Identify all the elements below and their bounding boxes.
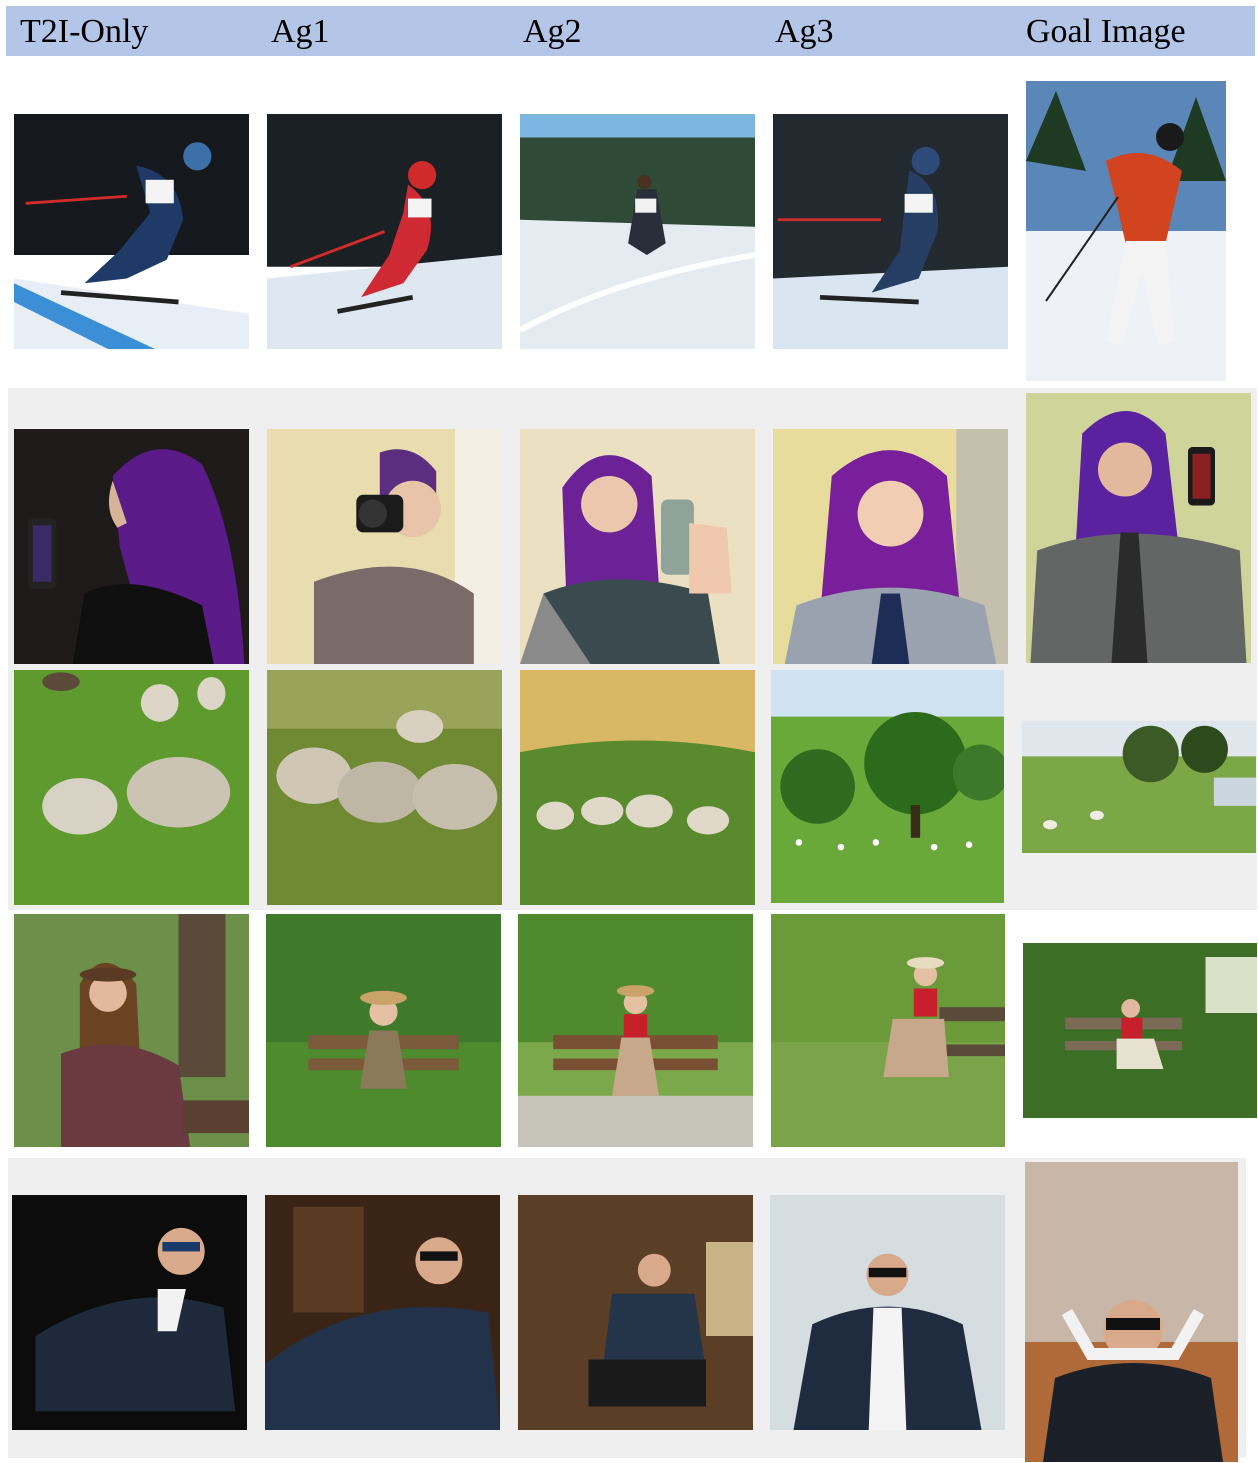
column-header-ag2: Ag2	[523, 13, 582, 50]
image-sheep-goal	[1022, 721, 1256, 853]
image-sheep-ag2	[520, 670, 755, 905]
image-purple-hair-ag3	[773, 429, 1008, 664]
image-skier-ag1	[267, 114, 502, 349]
image-purple-hair-ag1	[267, 429, 502, 664]
image-sheep-ag3	[771, 670, 1004, 903]
image-suit-t2i-only	[12, 1195, 247, 1430]
image-suit-ag3	[770, 1195, 1005, 1430]
image-skier-t2i-only	[14, 114, 249, 349]
image-bench-ag1	[266, 914, 501, 1147]
image-suit-ag2	[518, 1195, 753, 1430]
image-sheep-t2i-only	[14, 670, 249, 905]
image-suit-ag1	[265, 1195, 500, 1430]
column-header-t2i-only: T2I-Only	[20, 13, 149, 50]
image-purple-hair-goal	[1026, 393, 1251, 663]
column-header-ag1: Ag1	[271, 13, 330, 50]
image-purple-hair-ag2	[520, 429, 755, 664]
column-header-ag3: Ag3	[775, 13, 834, 50]
column-header-goal-image: Goal Image	[1026, 13, 1186, 50]
image-purple-hair-t2i-only	[14, 429, 249, 664]
image-skier-ag2	[520, 114, 755, 349]
image-bench-ag3	[771, 914, 1005, 1147]
column-header-bar: T2I-Only Ag1 Ag2 Ag3 Goal Image	[6, 6, 1255, 56]
image-bench-t2i-only	[14, 914, 249, 1147]
image-bench-goal	[1023, 943, 1257, 1118]
image-bench-ag2	[518, 914, 753, 1147]
image-sheep-ag1	[267, 670, 502, 905]
image-skier-ag3	[773, 114, 1008, 349]
image-skier-goal	[1026, 81, 1226, 381]
image-suit-goal	[1025, 1162, 1238, 1462]
